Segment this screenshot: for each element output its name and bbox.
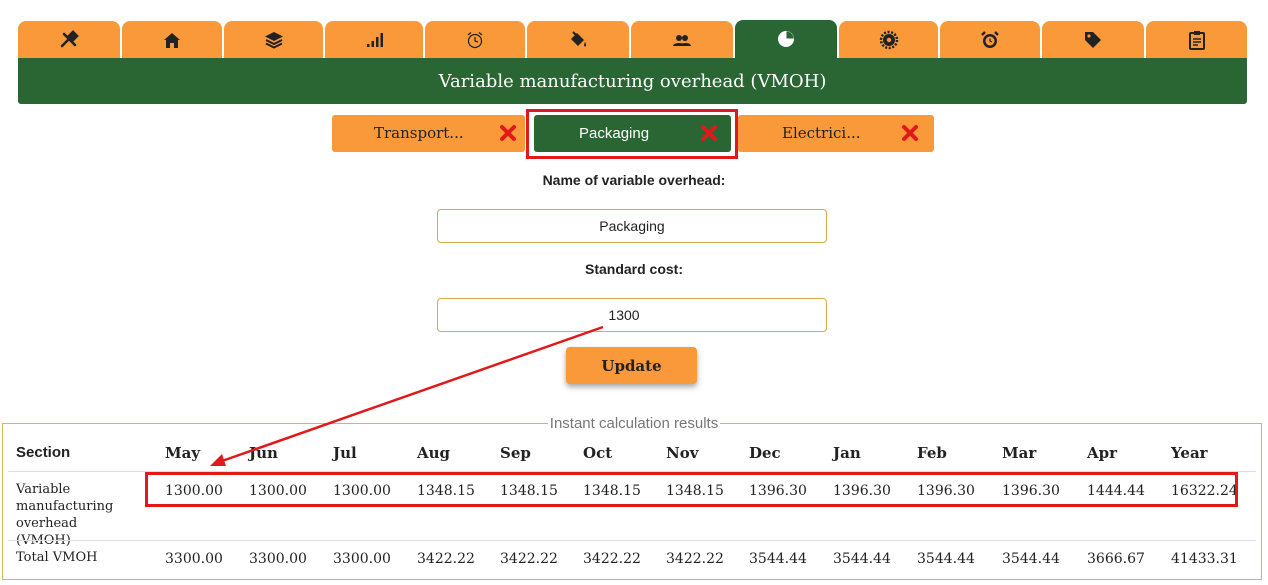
layers-icon [264,31,283,49]
alarm-clock-outline-icon [467,31,483,48]
divider [8,540,1256,541]
module-tab-bar [18,20,1247,58]
cell: 3422.22 [666,551,724,567]
cell: 41433.31 [1171,551,1238,567]
cell: 3544.44 [833,551,891,567]
home-icon [164,32,180,48]
row-section-label: Variable manufacturing overhead (VMOH) [16,482,114,548]
tab-tools[interactable] [18,21,120,58]
tab-overhead[interactable] [735,20,837,58]
overhead-tab-label: Electrici... [782,124,861,142]
col-header: Year [1171,444,1208,462]
page-title: Variable manufacturing overhead (VMOH) [18,58,1247,104]
update-button[interactable]: Update [566,347,697,384]
tab-clipboard[interactable] [1146,21,1247,58]
users-icon [673,34,691,46]
tab-paint[interactable] [527,21,629,58]
col-header: Jul [333,444,357,462]
name-label: Name of variable overhead: [542,172,726,188]
col-header: Nov [666,444,699,462]
tab-gear[interactable] [839,21,938,58]
cell: 3300.00 [249,551,307,567]
signal-bars-icon [367,32,383,47]
standard-cost-input[interactable] [437,298,827,332]
cell: 3666.67 [1087,551,1145,567]
tab-tags[interactable] [1042,21,1144,58]
overhead-tab-electricity[interactable]: Electrici... [738,115,934,152]
paint-bucket-icon [571,30,587,47]
delete-icon[interactable] [900,123,920,143]
col-header: Oct [583,444,613,462]
col-header: Apr [1087,444,1118,462]
col-header: Section [16,444,71,461]
col-header: Jan [833,444,861,462]
delete-icon[interactable] [498,123,518,143]
highlight-box-row [145,472,1238,507]
cell: 3300.00 [165,551,223,567]
col-header: Aug [417,444,451,462]
cell: 3544.44 [917,551,975,567]
cost-label: Standard cost: [584,261,683,277]
cell: 3422.22 [500,551,558,567]
col-header: Dec [749,444,781,462]
tag-icon [1085,31,1101,48]
cell: 3422.22 [417,551,475,567]
tools-icon [60,29,79,47]
col-header: Jun [249,444,278,462]
tab-signal[interactable] [325,21,423,58]
clipboard-icon [1188,30,1205,50]
gear-icon [879,30,898,49]
col-header: Feb [917,444,947,462]
name-input[interactable] [437,209,827,243]
tab-clock[interactable] [425,21,525,58]
overhead-tab-transport[interactable]: Transport... [332,115,525,152]
tab-home[interactable] [122,21,222,58]
cell: 3300.00 [333,551,391,567]
cell: 3422.22 [583,551,641,567]
tab-alarm[interactable] [940,21,1040,58]
pie-chart-icon [778,31,794,47]
cell: 3544.44 [749,551,807,567]
overhead-tab-label: Transport... [374,124,464,142]
cell: 3544.44 [1002,551,1060,567]
alarm-clock-icon [981,30,999,48]
col-header: Mar [1002,444,1037,462]
col-header: Sep [500,444,531,462]
results-legend: Instant calculation results [547,415,721,432]
row-section-label: Total VMOH [16,550,98,565]
tab-users[interactable] [631,21,733,58]
col-header: May [165,444,201,462]
tab-layers[interactable] [224,21,323,58]
highlight-box-tab [526,109,738,159]
